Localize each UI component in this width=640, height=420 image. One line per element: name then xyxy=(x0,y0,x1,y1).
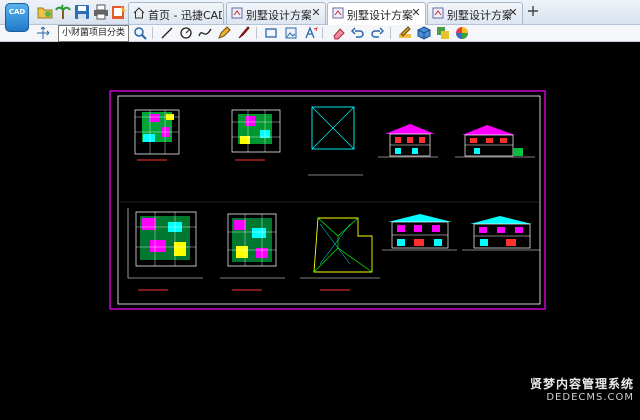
roof-plan-1 xyxy=(308,106,363,176)
text-tool-icon[interactable] xyxy=(304,26,318,40)
brush-icon[interactable] xyxy=(236,26,250,40)
layer-pencil-icon[interactable] xyxy=(398,26,412,40)
elevation-3 xyxy=(382,214,457,251)
eraser-icon[interactable] xyxy=(332,26,346,40)
palm-tree-icon[interactable] xyxy=(55,4,71,20)
tab-home-label: 首页 - 迅捷CAD xyxy=(148,9,222,22)
floor-plan-1 xyxy=(134,109,180,161)
tab-drawing-1[interactable]: 别墅设计方案... ✕ xyxy=(226,2,326,24)
app-logo[interactable]: CAD xyxy=(5,3,29,32)
title-bar: CAD 首页 - 迅捷CAD 别墅设计方案... ✕ 别墅设计方案... ✕ xyxy=(0,0,640,32)
watermark: 贤梦内容管理系统 DEDECMS.COM xyxy=(529,377,634,403)
undo-icon[interactable] xyxy=(351,26,365,40)
elevation-1 xyxy=(378,124,438,158)
settings-icon[interactable] xyxy=(111,4,127,20)
close-icon[interactable]: ✕ xyxy=(410,6,422,19)
image-tool-icon[interactable] xyxy=(284,26,298,40)
block-cube-icon[interactable] xyxy=(417,26,431,40)
tab-home[interactable]: 首页 - 迅捷CAD xyxy=(128,2,224,24)
drawing-file-icon xyxy=(432,7,444,19)
line-tool-icon[interactable] xyxy=(160,26,174,40)
tab-drawing-3-label: 别墅设计方案... xyxy=(447,9,511,22)
app-logo-text: CAD xyxy=(8,8,26,16)
roof-plan-2 xyxy=(300,217,380,291)
toolbar-separator xyxy=(152,27,153,39)
tab-drawing-2-label: 别墅设计方案... xyxy=(347,9,413,22)
toolbar-separator xyxy=(390,27,391,39)
zoom-icon[interactable] xyxy=(133,26,147,40)
home-icon xyxy=(133,7,145,19)
curve-tool-icon[interactable] xyxy=(198,26,212,40)
floor-plan-3 xyxy=(127,208,203,291)
floor-plan-4 xyxy=(220,213,285,291)
elevation-2 xyxy=(455,125,535,158)
new-tab-plus-icon[interactable] xyxy=(527,5,539,17)
color-wheel-icon[interactable] xyxy=(455,26,469,40)
watermark-line-2: DEDECMS.COM xyxy=(546,391,634,403)
open-file-icon[interactable] xyxy=(37,4,53,20)
tab-drawing-3[interactable]: 别墅设计方案... ✕ xyxy=(427,2,523,24)
rectangle-tool-icon[interactable] xyxy=(264,26,278,40)
save-icon[interactable] xyxy=(74,4,90,20)
tab-drawing-2[interactable]: 别墅设计方案... ✕ xyxy=(327,2,426,25)
circle-tool-icon[interactable] xyxy=(179,26,193,40)
layers-icon[interactable] xyxy=(436,26,450,40)
drawing-canvas[interactable] xyxy=(0,42,640,420)
floor-plan-2 xyxy=(231,109,281,161)
pencil-icon[interactable] xyxy=(217,26,231,40)
redo-icon[interactable] xyxy=(370,26,384,40)
drawing-file-icon xyxy=(231,7,243,19)
drawing-border xyxy=(117,95,541,305)
close-icon[interactable]: ✕ xyxy=(310,6,322,19)
drawing-file-icon xyxy=(332,7,344,19)
drawing-frame xyxy=(109,90,546,310)
close-icon[interactable]: ✕ xyxy=(507,6,519,19)
cad-drawing xyxy=(109,90,546,310)
watermark-line-1: 贤梦内容管理系统 xyxy=(529,377,634,391)
tab-drawing-1-label: 别墅设计方案... xyxy=(246,9,311,22)
print-icon[interactable] xyxy=(93,4,109,20)
toolbar-separator xyxy=(322,27,323,39)
toolbar-separator xyxy=(256,27,257,39)
elevation-4 xyxy=(462,216,540,251)
tooltip: 小财菌项目分类 xyxy=(58,25,130,42)
pan-move-icon[interactable] xyxy=(36,26,50,40)
